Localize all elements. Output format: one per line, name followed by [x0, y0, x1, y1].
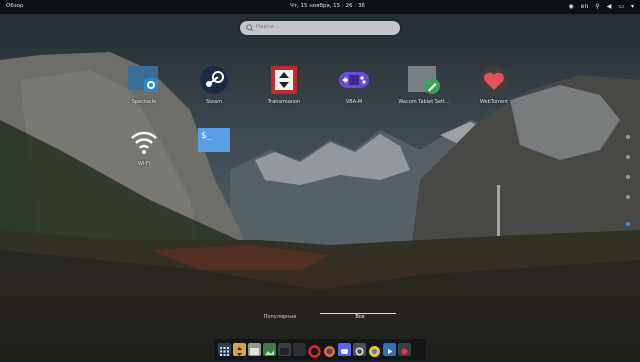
- top-panel: Обзор Чт, 15 ноября, 15 : 26 : 36 ◉ en ⚲…: [0, 0, 640, 14]
- heart-icon: [478, 66, 510, 98]
- files-dock-icon[interactable]: [248, 343, 261, 356]
- search-placeholder: Найти...: [256, 24, 280, 30]
- app-label: Spectacle: [131, 99, 157, 105]
- terminal-dock-icon[interactable]: [278, 343, 291, 356]
- wifi-icon: [128, 128, 160, 160]
- workspace-indicator[interactable]: [626, 175, 630, 179]
- workspace-indicator[interactable]: [626, 135, 630, 139]
- app-terminal[interactable]: $_: [184, 128, 244, 161]
- opera-dock-icon[interactable]: [308, 343, 321, 358]
- steam-icon: [198, 66, 230, 98]
- tab-frequent[interactable]: Популярные: [240, 314, 320, 320]
- workspace-indicator[interactable]: [626, 195, 630, 199]
- media-player-dock-icon[interactable]: [383, 343, 396, 356]
- transmission-dock-icon[interactable]: [233, 343, 246, 356]
- workspace-indicator-active[interactable]: [626, 222, 630, 226]
- screen-recorder-dock-icon[interactable]: [398, 343, 411, 356]
- search-icon: [246, 24, 254, 32]
- app-steam[interactable]: Steam: [184, 66, 244, 105]
- app-wi-fi[interactable]: Wi-Fi: [114, 128, 174, 167]
- camera-icon: [128, 66, 160, 98]
- clock[interactable]: Чт, 15 ноября, 15 : 26 : 36: [290, 3, 365, 9]
- workspace-indicator[interactable]: [626, 155, 630, 159]
- chat-icon[interactable]: ◉: [569, 2, 574, 11]
- battery-icon[interactable]: ▭: [618, 2, 624, 11]
- app-label: Steam: [205, 99, 223, 105]
- app-wacom-tablet-settings[interactable]: Wacom Tablet Sett...: [394, 66, 454, 105]
- image-viewer-dock-icon[interactable]: [263, 343, 276, 356]
- chrome-dock-icon[interactable]: [368, 343, 381, 357]
- volume-icon[interactable]: ◀: [607, 2, 612, 11]
- show-apps-grid-icon[interactable]: [218, 343, 231, 356]
- app-spectacle[interactable]: Spectacle: [114, 66, 174, 105]
- activities-button[interactable]: Обзор: [6, 3, 24, 9]
- terminal-icon: $_: [198, 128, 230, 160]
- desktop-wallpaper: [0, 0, 640, 360]
- transmission-icon: [268, 66, 300, 98]
- app-label: Wacom Tablet Sett...: [398, 99, 450, 105]
- dash-dock: [214, 339, 426, 360]
- code-editor-dock-icon[interactable]: [293, 343, 306, 356]
- gamepad-icon: [338, 66, 370, 98]
- svg-text:$_: $_: [201, 131, 212, 141]
- settings-dock-icon[interactable]: [353, 343, 366, 356]
- app-transmission[interactable]: Transmission: [254, 66, 314, 105]
- search-box[interactable]: Найти...: [240, 21, 400, 35]
- app-label: VBA-M: [345, 99, 363, 105]
- tab-all[interactable]: Все: [320, 314, 400, 320]
- app-label: Transmission: [267, 99, 301, 105]
- location-icon[interactable]: ⚲: [595, 2, 599, 11]
- wacom-icon: [408, 66, 440, 98]
- discord-dock-icon[interactable]: [338, 343, 351, 356]
- system-tray: ◉ en ⚲ ◀ ▭ ▾: [569, 2, 634, 11]
- power-menu-icon[interactable]: ▾: [631, 2, 634, 11]
- app-webtorrent[interactable]: WebTorrent: [464, 66, 524, 105]
- app-label: WebTorrent: [479, 99, 509, 105]
- app-label: Wi-Fi: [138, 161, 150, 167]
- keyboard-layout-indicator[interactable]: en: [581, 2, 589, 11]
- firefox-dock-icon[interactable]: [323, 343, 336, 357]
- active-tab-underline: [320, 313, 396, 314]
- app-vba-m[interactable]: VBA-M: [324, 66, 384, 105]
